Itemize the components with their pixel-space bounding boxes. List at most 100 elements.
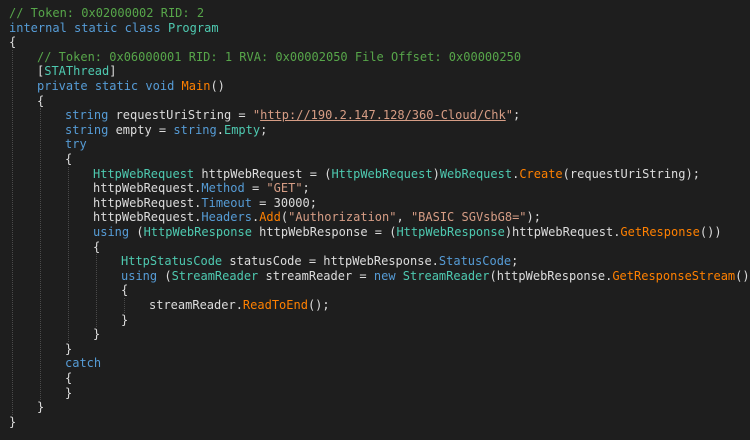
code-token: (requestUriString);: [562, 166, 700, 181]
code-line: }: [121, 313, 128, 328]
code-token: void: [145, 79, 175, 93]
code-token: {: [121, 283, 129, 298]
code-token: "GET": [266, 181, 303, 196]
code-line: }: [9, 415, 16, 430]
code-token: using: [93, 225, 130, 239]
code-token: Add: [259, 210, 281, 225]
code-token: HttpWebResponse: [143, 225, 252, 239]
code-token: ": [505, 108, 513, 123]
code-token: ;: [512, 108, 521, 123]
code-line: {: [121, 283, 128, 298]
code-token: = 30000;: [251, 195, 317, 210]
code-line: }: [65, 386, 72, 401]
code-token: HttpWebResponse: [396, 225, 505, 239]
code-line: using (HttpWebResponse httpWebResponse =…: [93, 225, 722, 240]
code-token: Main: [181, 79, 211, 93]
code-line: // Token: 0x02000002 RID: 2: [9, 6, 204, 21]
code-token: {: [37, 93, 45, 108]
code-token: )httpWebRequest.: [504, 225, 621, 239]
code-line: httpWebRequest.Method = "GET";: [93, 181, 310, 196]
code-token: ReadToEnd: [242, 298, 308, 312]
code-token: string: [173, 122, 217, 137]
indent-guide: [40, 108, 41, 401]
code-editor[interactable]: // Token: 0x02000002 RID: 2 internal stat…: [0, 0, 750, 440]
code-line: httpWebRequest.Timeout = 30000;: [93, 196, 317, 211]
code-token: {: [9, 35, 17, 50]
code-token: ;: [260, 122, 268, 137]
code-token: ): [432, 166, 440, 181]
code-token: empty =: [108, 122, 174, 137]
code-line: // Token: 0x06000001 RID: 1 RVA: 0x00002…: [37, 50, 521, 65]
code-token: requestUriString =: [108, 108, 253, 123]
code-line: {: [93, 240, 100, 255]
code-token: streamReader.: [149, 298, 243, 312]
code-token: (): [210, 79, 225, 93]
code-line: HttpWebRequest httpWebRequest = (HttpWeb…: [93, 167, 700, 182]
code-token: StreamReader: [171, 268, 259, 283]
code-token: using: [121, 268, 158, 283]
code-token: internal: [9, 20, 67, 35]
code-token: httpWebRequest = (: [194, 166, 332, 181]
code-link[interactable]: http://190.2.147.128/360-Cloud/Chk: [260, 108, 506, 122]
indent-guide: [68, 166, 69, 342]
code-token: string: [65, 122, 109, 137]
code-token: streamReader =: [258, 268, 374, 283]
code-line: streamReader.ReadToEnd();: [149, 298, 330, 313]
code-line: {: [9, 35, 16, 50]
code-token: httpWebResponse = (: [251, 225, 397, 239]
code-line: HttpStatusCode statusCode = httpWebRespo…: [121, 254, 518, 269]
code-token: {: [65, 371, 73, 385]
code-token: WebRequest: [439, 166, 513, 181]
code-token: statusCode = httpWebResponse.: [222, 254, 439, 269]
code-token: ]: [109, 64, 117, 79]
code-token: static: [74, 20, 118, 35]
code-token: new: [373, 268, 396, 283]
code-token: HttpStatusCode: [121, 254, 223, 269]
code-line: [STAThread]: [37, 64, 117, 79]
code-token: ()): [699, 225, 722, 239]
code-token: Empty: [223, 122, 261, 137]
code-token: }: [93, 327, 101, 342]
code-token: ;: [511, 254, 519, 269]
code-token: // Token: 0x06000001 RID: 1 RVA: 0x00002…: [37, 49, 522, 64]
code-token: {: [93, 239, 101, 254]
code-token: GetResponseStream: [612, 268, 736, 283]
code-line: }: [65, 342, 72, 357]
code-line: string empty = string.Empty;: [65, 123, 267, 138]
code-token: ": [252, 108, 261, 123]
code-token: ())): [735, 268, 750, 283]
code-token: "Authorization": [288, 210, 397, 225]
code-line: try: [65, 137, 87, 152]
code-token: HttpWebRequest: [93, 166, 195, 181]
code-line: catch: [65, 356, 101, 371]
code-token: Create: [519, 166, 563, 181]
code-line: internal static class Program: [9, 21, 219, 36]
code-token: private: [37, 79, 88, 93]
code-token: httpWebRequest.: [93, 195, 202, 210]
indent-guide: [96, 254, 97, 328]
code-token: (: [157, 268, 172, 283]
code-token: (: [129, 225, 144, 239]
code-token: }: [37, 400, 45, 415]
code-line: }: [93, 327, 100, 342]
code-token: class: [124, 20, 161, 35]
code-line: {: [37, 94, 44, 109]
code-token: try: [65, 137, 87, 152]
code-line: using (StreamReader streamReader = new S…: [121, 269, 750, 284]
code-token: Timeout: [201, 195, 252, 210]
code-token: static: [94, 79, 139, 93]
code-token: }: [65, 341, 73, 356]
code-token: }: [121, 312, 129, 327]
code-token: STAThread: [44, 64, 110, 79]
code-token: string: [65, 108, 109, 123]
indent-guide: [12, 49, 13, 415]
indent-guide: [124, 298, 125, 313]
code-token: ;: [302, 181, 310, 196]
code-token: Headers: [201, 210, 252, 225]
code-token: );: [526, 210, 541, 225]
